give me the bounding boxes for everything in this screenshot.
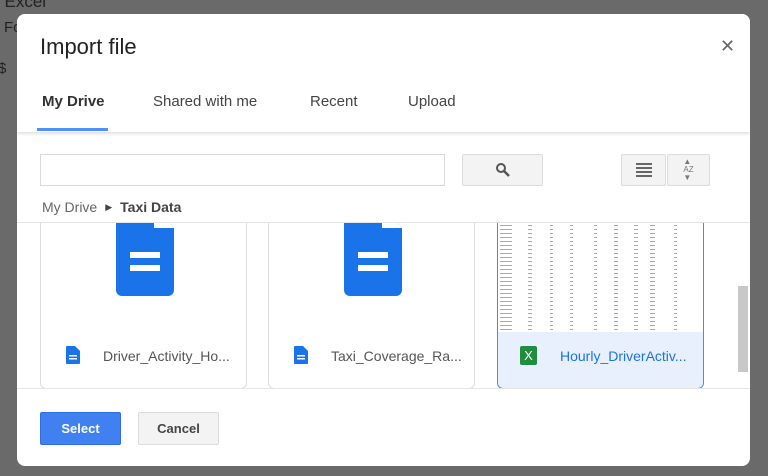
breadcrumb-my-drive[interactable]: My Drive (42, 199, 97, 215)
excel-icon: X (520, 346, 537, 365)
sort-az-icon: ▲ AZ ▼ (683, 157, 694, 182)
cancel-button[interactable]: Cancel (138, 412, 219, 445)
file-grid: Driver_Activity_Ho... Taxi_Coverage_Ra..… (17, 222, 750, 389)
tab-my-drive[interactable]: My Drive (42, 93, 105, 110)
google-doc-icon (344, 223, 402, 296)
breadcrumb: My Drive ▶ Taxi Data (42, 199, 181, 215)
select-button[interactable]: Select (40, 412, 121, 445)
tab-recent[interactable]: Recent (310, 93, 358, 110)
spreadsheet-preview (498, 223, 703, 332)
spreadsheet-thumbnail (498, 223, 703, 332)
chevron-right-icon: ▶ (105, 201, 113, 212)
file-name: Driver_Activity_Ho... (103, 348, 230, 364)
google-doc-icon (116, 223, 174, 296)
active-tab-indicator (37, 128, 108, 131)
tab-shared-with-me[interactable]: Shared with me (153, 93, 257, 110)
file-name: Taxi_Coverage_Ra... (331, 348, 462, 364)
dialog-title: Import file (40, 34, 137, 59)
search-button[interactable] (462, 154, 543, 186)
import-file-dialog: Import file ✕ My Drive Shared with me Re… (17, 14, 750, 466)
file-card[interactable]: Driver_Activity_Ho... (40, 223, 247, 388)
file-card-selected[interactable]: X Hourly_DriverActiv... (497, 223, 704, 388)
list-view-icon (635, 163, 652, 177)
scrollbar-thumb[interactable] (738, 286, 748, 372)
file-card[interactable]: Taxi_Coverage_Ra... (268, 223, 475, 388)
search-input[interactable] (40, 154, 445, 186)
background-toolbar: $ (0, 60, 7, 77)
background-title: l Excel (0, 0, 47, 11)
list-view-button[interactable] (621, 154, 666, 186)
tab-bar: Import file ✕ My Drive Shared with me Re… (17, 14, 750, 132)
file-name: Hourly_DriverActiv... (560, 348, 687, 364)
tab-upload[interactable]: Upload (408, 93, 456, 110)
doc-type-icon (66, 346, 80, 364)
search-icon (495, 163, 510, 177)
breadcrumb-current: Taxi Data (120, 199, 182, 215)
doc-type-icon (294, 346, 308, 364)
close-icon[interactable]: ✕ (720, 36, 735, 57)
sort-button[interactable]: ▲ AZ ▼ (667, 154, 710, 186)
